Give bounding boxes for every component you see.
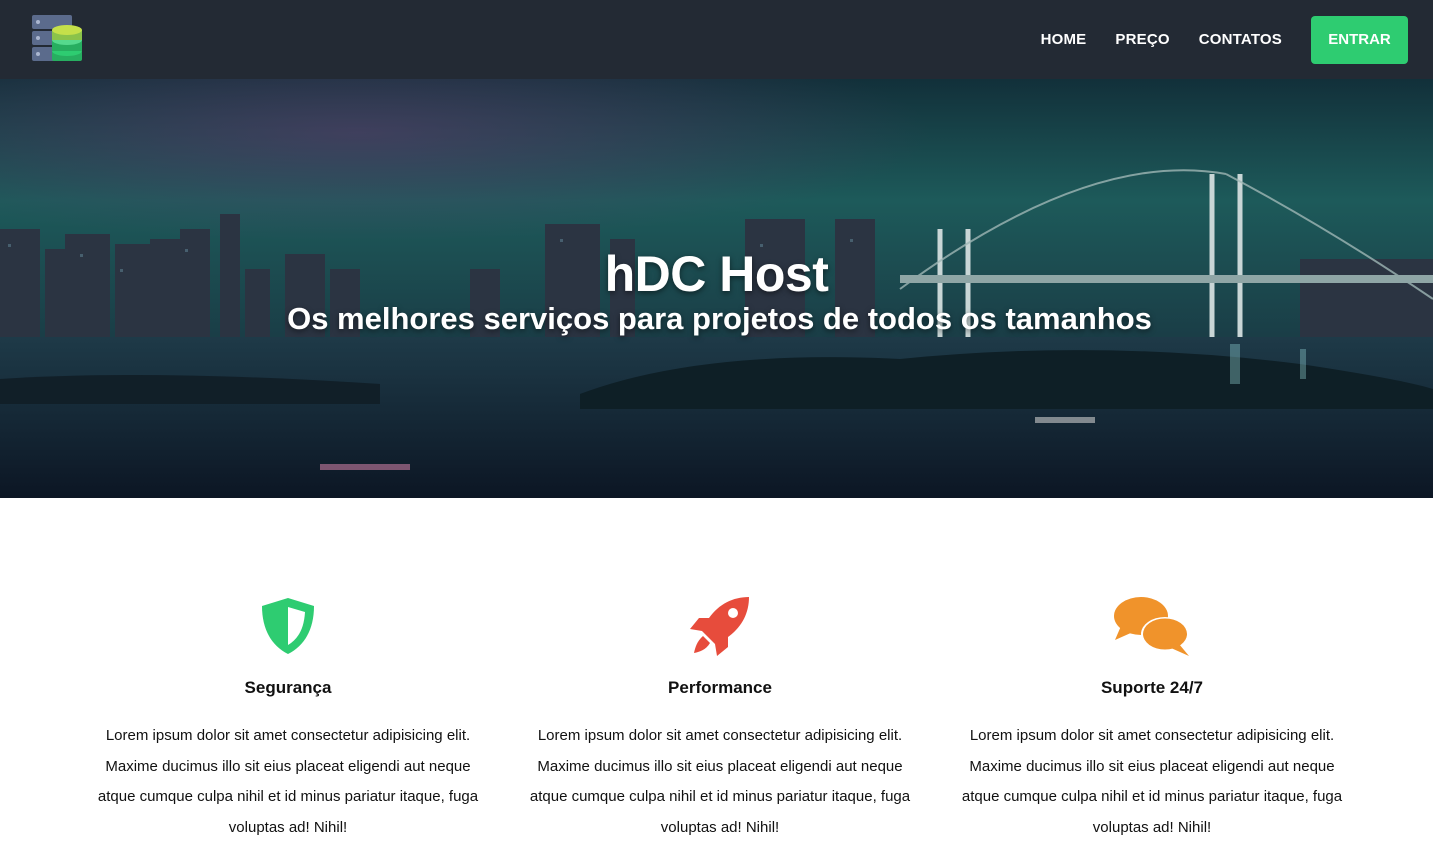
navbar: HOME PREÇO CONTATOS ENTRAR: [0, 0, 1433, 79]
features-section: Segurança Lorem ipsum dolor sit amet con…: [0, 498, 1433, 851]
feature-text: Lorem ipsum dolor sit amet consectetur a…: [529, 727, 911, 836]
feature-performance: Performance Lorem ipsum dolor sit amet c…: [520, 596, 920, 843]
nav-link-home[interactable]: HOME: [1041, 31, 1087, 48]
nav-link-contatos[interactable]: CONTATOS: [1199, 31, 1282, 48]
feature-text: Lorem ipsum dolor sit amet consectetur a…: [961, 727, 1343, 836]
nav-links: HOME PREÇO CONTATOS ENTRAR: [1012, 15, 1408, 64]
nav-link-preco[interactable]: PREÇO: [1115, 31, 1169, 48]
feature-seguranca: Segurança Lorem ipsum dolor sit amet con…: [88, 596, 488, 843]
feature-title: Suporte 24/7: [1100, 678, 1204, 697]
feature-title: Segurança: [244, 678, 332, 697]
feature-text: Lorem ipsum dolor sit amet consectetur a…: [97, 727, 479, 836]
chat-bubbles-icon: [952, 596, 1352, 658]
hero-banner: hDC Host Os melhores serviços para proje…: [0, 79, 1433, 498]
login-button[interactable]: ENTRAR: [1311, 15, 1408, 64]
feature-title: Performance: [668, 678, 772, 697]
feature-suporte: Suporte 24/7 Lorem ipsum dolor sit amet …: [952, 596, 1352, 843]
hero-subtitle: Os melhores serviços para projetos de to…: [287, 301, 1152, 336]
shield-icon: [88, 596, 488, 658]
hero-title: hDC Host: [604, 246, 829, 302]
server-database-logo[interactable]: [32, 14, 82, 65]
rocket-icon: [520, 596, 920, 658]
